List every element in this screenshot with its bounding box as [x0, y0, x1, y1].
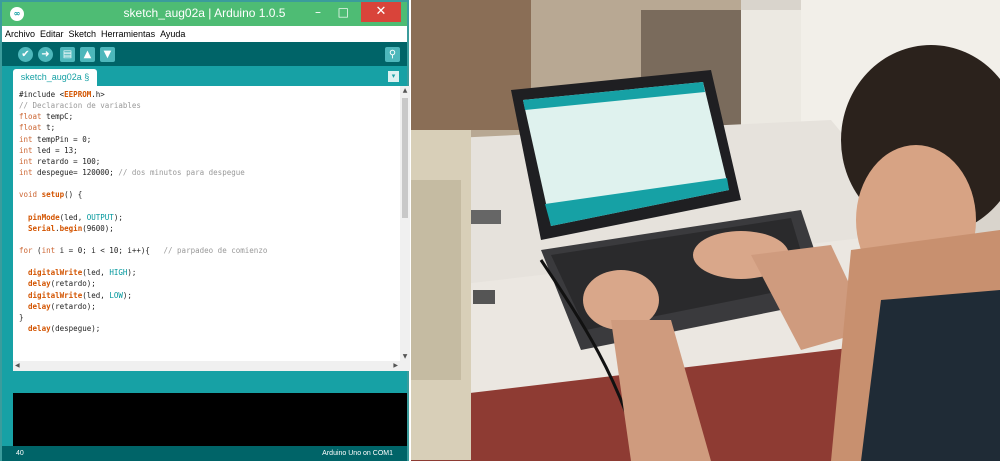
code-line[interactable]: int retardo = 100; [19, 156, 267, 167]
code-line[interactable]: } [19, 312, 267, 323]
tab-menu-icon[interactable]: ▾ [388, 71, 399, 82]
line-number: 40 [16, 450, 24, 457]
person-typing-on-laptop-photo [411, 0, 1000, 461]
code-line[interactable]: digitalWrite(led, LOW); [19, 290, 267, 301]
menu-ayuda[interactable]: Ayuda [157, 26, 187, 39]
scroll-right-icon[interactable]: ▶ [393, 362, 398, 369]
vertical-scrollbar[interactable]: ▲ ▼ [400, 86, 410, 361]
code-line[interactable] [19, 178, 267, 189]
code-line[interactable]: int despegue= 120000; // dos minutos par… [19, 167, 267, 178]
code-line[interactable] [19, 256, 267, 267]
status-area [13, 371, 407, 391]
menu-archivo[interactable]: Archivo [2, 26, 37, 39]
open-button[interactable]: ▲ [80, 47, 95, 62]
code-line[interactable]: pinMode(led, OUTPUT); [19, 212, 267, 223]
console-output [13, 393, 407, 446]
code-line[interactable]: float t; [19, 122, 267, 133]
code-line[interactable]: delay(despegue); [19, 323, 267, 334]
status-bar: 40 Arduino Uno on COM1 [2, 446, 407, 461]
code-line[interactable]: float tempC; [19, 111, 267, 122]
tab-sketch[interactable]: sketch_aug02a § [13, 69, 97, 86]
tab-bar: sketch_aug02a § ▾ [2, 66, 407, 86]
code-line[interactable]: for (int i = 0; i < 10; i++){ // parpade… [19, 245, 267, 256]
verify-button[interactable]: ✔ [18, 47, 33, 62]
code-line[interactable]: delay(retardo); [19, 278, 267, 289]
code-line[interactable]: digitalWrite(led, HIGH); [19, 267, 267, 278]
code-line[interactable]: int tempPin = 0; [19, 134, 267, 145]
serial-monitor-button[interactable]: ⚲ [385, 47, 400, 62]
horizontal-scrollbar[interactable]: ◀ ▶ [13, 361, 410, 371]
code-line[interactable] [19, 234, 267, 245]
scroll-left-icon[interactable]: ◀ [15, 362, 20, 369]
menu-herramientas[interactable]: Herramientas [98, 26, 157, 39]
code-line[interactable] [19, 200, 267, 211]
vertical-scroll-thumb[interactable] [402, 98, 408, 218]
save-button[interactable]: ▼ [100, 47, 115, 62]
menu-bar: Archivo Editar Sketch Herramientas Ayuda [2, 26, 407, 42]
code-line[interactable]: void setup() { [19, 189, 267, 200]
code-line[interactable]: // Declaracion de variables [19, 100, 267, 111]
code-line[interactable]: #include <EEPROM.h> [19, 89, 267, 100]
toolbar: ✔ ➜ ▤ ▲ ▼ ⚲ [2, 42, 407, 66]
scroll-down-icon[interactable]: ▼ [400, 353, 410, 360]
menu-sketch[interactable]: Sketch [66, 26, 99, 39]
upload-button[interactable]: ➜ [38, 47, 53, 62]
menu-editar[interactable]: Editar [37, 26, 66, 39]
code-line[interactable]: int led = 13; [19, 145, 267, 156]
board-info: Arduino Uno on COM1 [322, 450, 393, 457]
code-line[interactable]: Serial.begin(9600); [19, 223, 267, 234]
scroll-up-icon[interactable]: ▲ [400, 87, 410, 94]
minimize-button[interactable]: – [315, 5, 321, 19]
close-button[interactable]: ✕ [361, 2, 401, 22]
maximize-button[interactable]: □ [338, 5, 349, 19]
title-bar: ∞ sketch_aug02a | Arduino 1.0.5 – □ ✕ [2, 2, 407, 26]
code-editor[interactable]: #include <EEPROM.h>// Declaracion de var… [13, 86, 410, 371]
new-button[interactable]: ▤ [60, 47, 75, 62]
arduino-ide-window: ∞ sketch_aug02a | Arduino 1.0.5 – □ ✕ Ar… [0, 0, 410, 461]
code-line[interactable]: delay(retardo); [19, 301, 267, 312]
code-text[interactable]: #include <EEPROM.h>// Declaracion de var… [19, 89, 267, 334]
